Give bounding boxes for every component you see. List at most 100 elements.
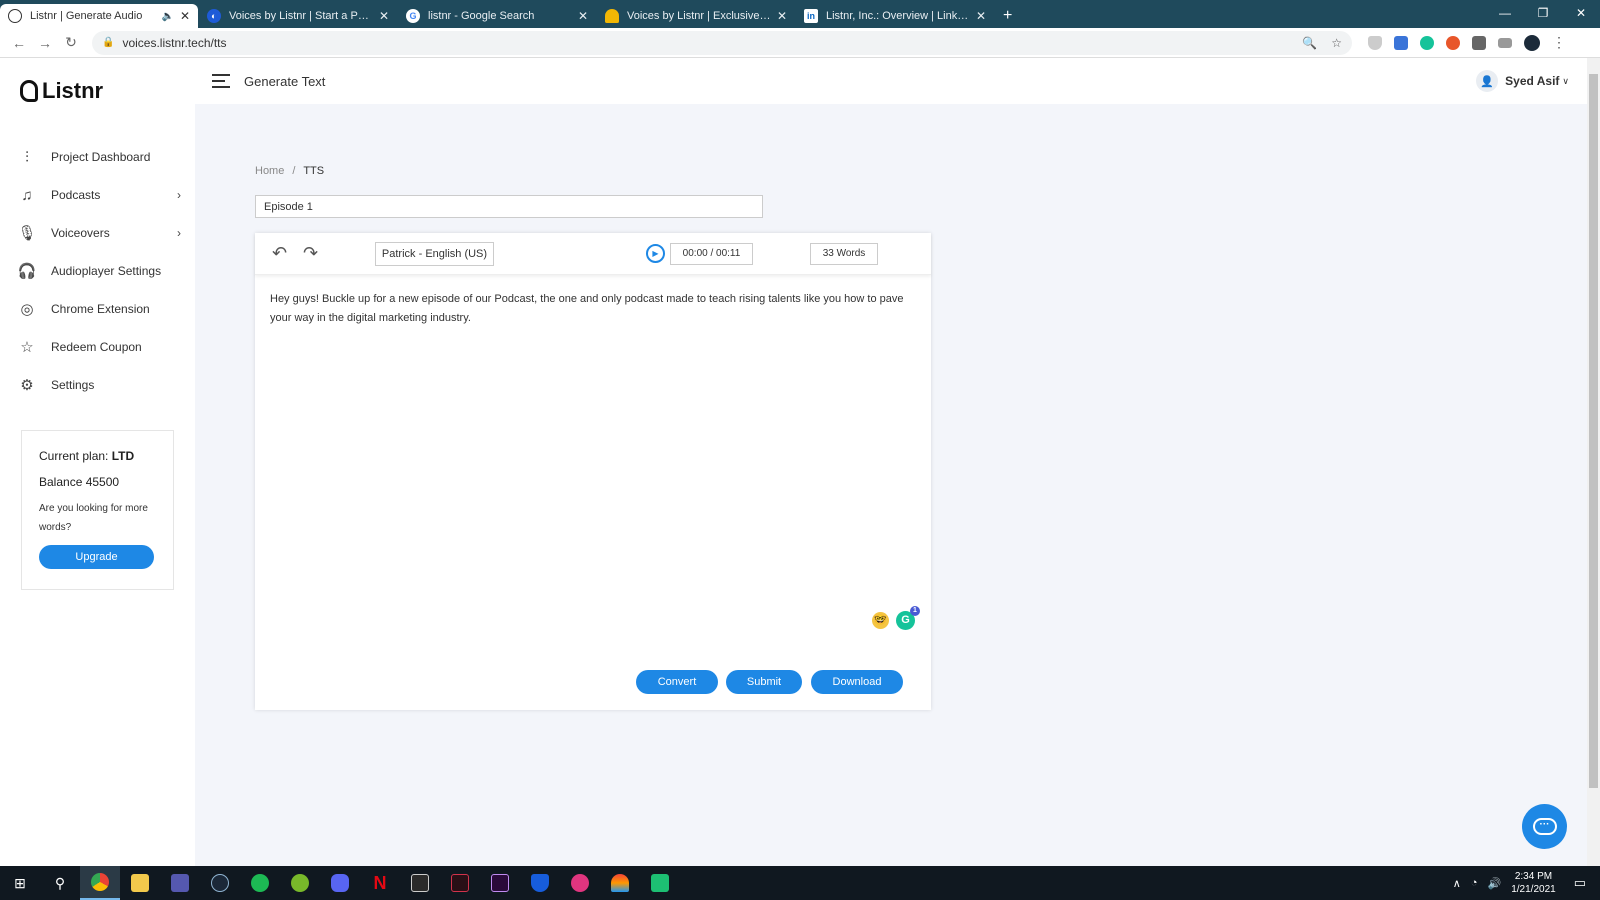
ear-logo-icon <box>20 80 38 102</box>
blue-extension-icon[interactable] <box>1394 35 1408 50</box>
grammarly-icon[interactable]: G1 <box>896 606 920 630</box>
balance: Balance 45500 <box>39 475 120 489</box>
chevron-down-icon: ∨ <box>1562 75 1569 86</box>
sidebar-item-voiceovers[interactable]: 🎙 Voiceovers › <box>0 214 195 252</box>
volume-icon[interactable]: 🔊 <box>1488 877 1502 890</box>
chrome-icon: ◎ <box>20 301 34 318</box>
clock-date: 1/21/2021 <box>1511 884 1556 895</box>
logo-text: Listnr <box>42 78 104 103</box>
reload-icon[interactable]: ↻ <box>58 34 84 51</box>
redo-icon[interactable]: ↷ <box>303 243 318 264</box>
taco-icon <box>605 9 619 23</box>
close-icon[interactable]: ✕ <box>180 9 190 23</box>
epic-games-icon[interactable] <box>400 866 440 900</box>
sidebar-item-audioplayer-settings[interactable]: 🎧 Audioplayer Settings <box>0 252 195 290</box>
puzzle-icon[interactable] <box>1472 35 1486 50</box>
url-input[interactable]: 🔒 voices.listnr.tech/tts 🔍 ☆ <box>92 30 1352 55</box>
grammarly-badge: 1 <box>910 606 920 616</box>
restore-icon[interactable]: ❐ <box>1524 0 1562 28</box>
spotify-icon[interactable] <box>240 866 280 900</box>
more-words-text: Are you looking for more words? <box>39 503 148 533</box>
wifi-icon[interactable]: ◔ <box>1471 877 1478 889</box>
convert-button[interactable]: Convert <box>636 670 718 694</box>
upgrade-button[interactable]: Upgrade <box>39 545 154 569</box>
page-scrollbar[interactable] <box>1587 58 1600 866</box>
close-icon[interactable]: ✕ <box>379 9 389 23</box>
browser-tab-5[interactable]: in Listnr, Inc.: Overview | LinkedIn ✕ <box>796 4 994 28</box>
search-icon[interactable]: ⚲ <box>40 866 80 900</box>
sidebar-item-label: Settings <box>51 378 95 392</box>
back-icon[interactable]: ← <box>6 35 32 51</box>
chat-widget-button[interactable]: ··· <box>1522 804 1567 849</box>
breadcrumb: Home / TTS <box>255 165 324 177</box>
download-button[interactable]: Download <box>811 670 903 694</box>
profile-avatar-icon[interactable] <box>1524 34 1540 51</box>
microphone-icon: 🎙 <box>17 225 37 242</box>
voice-selector[interactable]: Patrick - English (US) <box>375 242 494 266</box>
notifications-icon[interactable]: ▭ <box>1574 875 1586 891</box>
shield-extension-icon[interactable] <box>1368 35 1382 50</box>
browser-tab-1[interactable]: Listnr | Generate Audio 🔈 ✕ <box>0 4 198 28</box>
sidebar-item-settings[interactable]: ⚙ Settings <box>0 366 195 404</box>
sidebar-item-chrome-extension[interactable]: ◎ Chrome Extension <box>0 290 195 328</box>
windows-start-icon[interactable]: ⊞ <box>0 866 40 900</box>
google-icon: G <box>406 9 420 23</box>
chrome-taskbar-icon[interactable] <box>80 866 120 900</box>
user-menu[interactable]: 👤 Syed Asif ∨ <box>1476 70 1569 92</box>
undo-icon[interactable]: ↶ <box>272 243 287 264</box>
close-icon[interactable]: ✕ <box>578 9 588 23</box>
discord-icon[interactable] <box>320 866 360 900</box>
page-title: Generate Text <box>244 73 326 89</box>
sliders-icon: ⫶ <box>25 148 29 166</box>
reading-list-icon[interactable] <box>1498 37 1512 48</box>
sidebar-item-redeem-coupon[interactable]: ☆ Redeem Coupon <box>0 328 195 366</box>
zoom-icon[interactable]: 🔍 <box>1302 36 1317 50</box>
app-header: Generate Text 👤 Syed Asif ∨ <box>195 58 1587 104</box>
sidebar-item-podcasts[interactable]: ♫ Podcasts › <box>0 176 195 214</box>
steam-icon[interactable] <box>200 866 240 900</box>
new-tab-button[interactable]: + <box>1003 4 1012 28</box>
bookmark-star-icon[interactable]: ☆ <box>1331 36 1342 50</box>
vegas-icon[interactable] <box>440 866 480 900</box>
close-icon[interactable]: ✕ <box>777 9 787 23</box>
hamburger-menu-icon[interactable] <box>212 70 230 92</box>
browser-tab-3[interactable]: G listnr - Google Search ✕ <box>398 4 596 28</box>
close-window-icon[interactable]: ✕ <box>1562 0 1600 28</box>
teams-icon[interactable] <box>160 866 200 900</box>
browser-tab-4[interactable]: Voices by Listnr | Exclusive Offer ✕ <box>597 4 795 28</box>
sidebar-item-project-dashboard[interactable]: ⫶ Project Dashboard <box>0 138 195 176</box>
emoji-tone-icon[interactable]: 🤓 <box>872 612 889 629</box>
utorrent-icon[interactable] <box>280 866 320 900</box>
pink-app-icon[interactable] <box>560 866 600 900</box>
fiverr-icon[interactable] <box>640 866 680 900</box>
rainbow-app-icon[interactable] <box>600 866 640 900</box>
browser-menu-icon[interactable]: ⋮ <box>1552 34 1566 51</box>
chevron-right-icon: › <box>177 226 181 240</box>
browser-tab-bar: Listnr | Generate Audio 🔈 ✕ ◐ Voices by … <box>0 0 1600 28</box>
play-icon[interactable]: ▶ <box>646 244 665 263</box>
breadcrumb-home[interactable]: Home <box>255 165 284 177</box>
forward-icon[interactable]: → <box>32 35 58 51</box>
file-explorer-icon[interactable] <box>120 866 160 900</box>
plan-value: LTD <box>111 449 135 463</box>
gear-icon: ⚙ <box>20 377 34 394</box>
window-controls: — ❐ ✕ <box>1486 0 1600 28</box>
submit-button[interactable]: Submit <box>726 670 802 694</box>
breadcrumb-current: TTS <box>303 165 325 177</box>
fire-extension-icon[interactable] <box>1446 35 1460 50</box>
netflix-icon[interactable]: N <box>360 866 400 900</box>
tts-text-area[interactable]: Hey guys! Buckle up for a new episode of… <box>270 290 910 328</box>
listnr-logo[interactable]: Listnr <box>20 78 103 104</box>
minimize-icon[interactable]: — <box>1486 0 1524 28</box>
music-note-icon: ♫ <box>21 186 33 204</box>
speaker-icon[interactable]: 🔈 <box>161 11 173 22</box>
scrollbar-thumb[interactable] <box>1589 74 1598 788</box>
bitwarden-icon[interactable] <box>520 866 560 900</box>
browser-tab-2[interactable]: ◐ Voices by Listnr | Start a Podcast ✕ <box>199 4 397 28</box>
chevron-up-icon[interactable]: ∧ <box>1453 877 1461 890</box>
premiere-pro-icon[interactable] <box>480 866 520 900</box>
episode-name-input[interactable] <box>255 195 763 218</box>
grammarly-extension-icon[interactable] <box>1420 35 1434 50</box>
clock[interactable]: 2:34 PM 1/21/2021 <box>1511 870 1556 896</box>
close-icon[interactable]: ✕ <box>976 9 986 23</box>
